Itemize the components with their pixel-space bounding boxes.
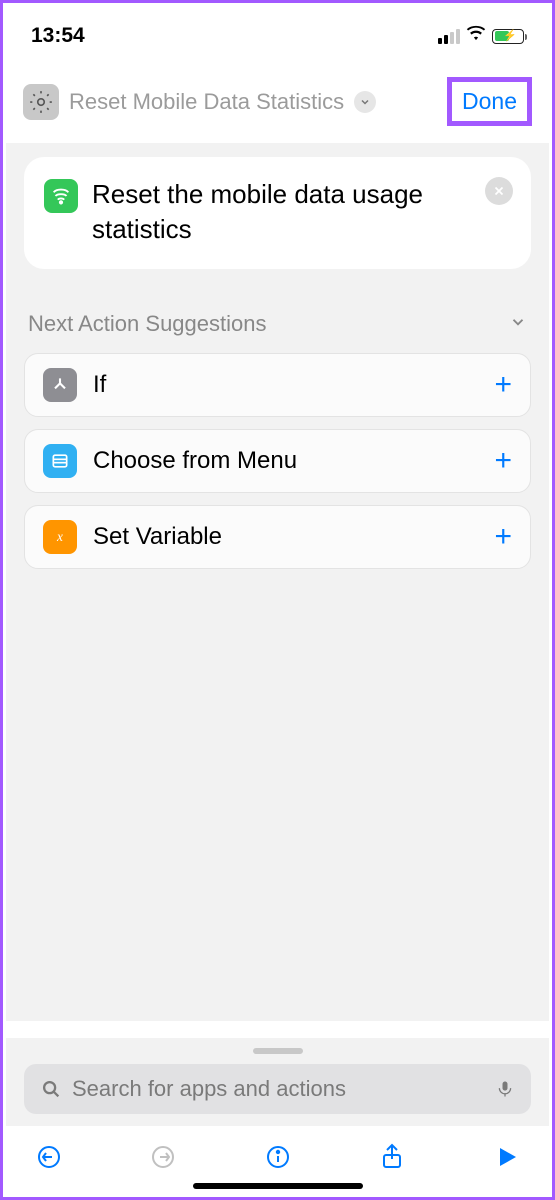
plus-icon[interactable]: +	[494, 520, 512, 554]
plus-icon[interactable]: +	[494, 444, 512, 478]
settings-app-icon[interactable]	[23, 84, 59, 120]
search-icon	[40, 1078, 62, 1100]
cellular-data-icon	[44, 179, 78, 213]
suggestion-label: Set Variable	[93, 523, 478, 551]
home-indicator[interactable]	[193, 1183, 363, 1189]
menu-icon	[43, 444, 77, 478]
suggestion-label: Choose from Menu	[93, 447, 478, 475]
remove-action-button[interactable]	[485, 177, 513, 205]
microphone-icon[interactable]	[495, 1078, 515, 1100]
suggestions-title: Next Action Suggestions	[28, 311, 266, 337]
redo-button[interactable]	[148, 1142, 178, 1172]
undo-button[interactable]	[34, 1142, 64, 1172]
status-icons: ⚡	[438, 23, 524, 49]
search-input[interactable]	[72, 1076, 485, 1102]
run-button[interactable]	[491, 1142, 521, 1172]
nav-title[interactable]: Reset Mobile Data Statistics	[69, 89, 344, 115]
status-bar: 13:54 ⚡	[3, 3, 552, 59]
if-icon	[43, 368, 77, 402]
grabber-handle[interactable]	[253, 1048, 303, 1054]
suggestion-choose-from-menu[interactable]: Choose from Menu +	[24, 429, 531, 493]
action-card[interactable]: Reset the mobile data usage statistics	[24, 157, 531, 269]
svg-text:x: x	[56, 529, 63, 544]
chevron-down-icon[interactable]	[354, 91, 376, 113]
battery-icon: ⚡	[492, 29, 524, 44]
chevron-down-icon	[509, 313, 527, 336]
wifi-icon	[466, 23, 486, 49]
bottom-area	[6, 1038, 549, 1194]
plus-icon[interactable]: +	[494, 368, 512, 402]
suggestion-set-variable[interactable]: x Set Variable +	[24, 505, 531, 569]
cellular-signal-icon	[438, 29, 460, 44]
search-bar[interactable]	[24, 1064, 531, 1114]
status-time: 13:54	[31, 24, 85, 48]
suggestion-if[interactable]: If +	[24, 353, 531, 417]
suggestions-header[interactable]: Next Action Suggestions	[24, 311, 531, 337]
nav-left: Reset Mobile Data Statistics	[23, 84, 439, 120]
content-area: Reset the mobile data usage statistics N…	[6, 143, 549, 1021]
action-text: Reset the mobile data usage statistics	[92, 177, 511, 247]
info-button[interactable]	[263, 1142, 293, 1172]
suggestion-label: If	[93, 371, 478, 399]
nav-bar: Reset Mobile Data Statistics Done	[3, 59, 552, 148]
variable-icon: x	[43, 520, 77, 554]
share-button[interactable]	[377, 1142, 407, 1172]
done-button[interactable]: Done	[447, 77, 532, 126]
